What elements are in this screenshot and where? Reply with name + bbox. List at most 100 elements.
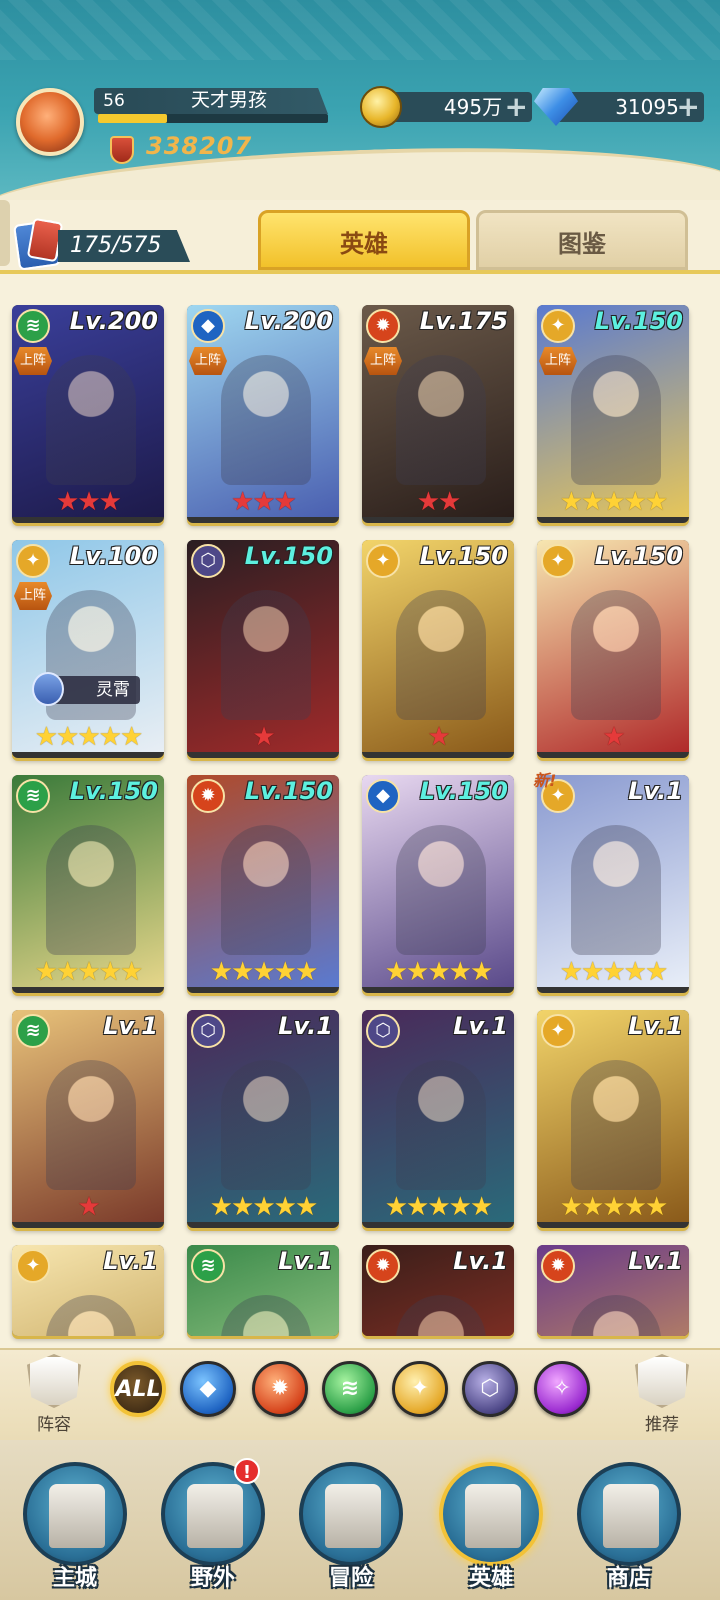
hero-silhouette	[221, 1060, 311, 1190]
diamond-resource: 31095 +	[554, 92, 704, 122]
tab-heroes[interactable]: 英雄	[258, 210, 470, 270]
hero-card[interactable]: ✦ Lv.150 上阵 ★★★★★	[537, 305, 689, 523]
recommend-label: 推荐	[645, 1415, 679, 1435]
hero-card[interactable]: ✦ Lv.150 ★	[362, 540, 514, 758]
filter-fire-icon[interactable]: ✹	[252, 1361, 308, 1417]
nav-shop[interactable]: 商店	[574, 1450, 684, 1596]
header-pattern	[0, 0, 720, 60]
star-icon: ★	[427, 722, 450, 752]
hero-silhouette	[571, 825, 661, 955]
star-icon: ★	[98, 487, 122, 517]
filter-wind-icon[interactable]: ≋	[322, 1361, 378, 1417]
hero-card[interactable]: ≋ Lv.150 ★★★★★	[12, 775, 164, 993]
hero-card[interactable]: ✹ Lv.150 ★★★★★	[187, 775, 339, 993]
deployed-badge: 上阵	[14, 347, 52, 375]
filter-dark-icon[interactable]: ⬡	[462, 1361, 518, 1417]
nav-label: 英雄	[468, 1566, 513, 1591]
recommend-button[interactable]: 推荐	[630, 1354, 694, 1435]
hero-silhouette	[221, 590, 311, 720]
star-icon: ★	[56, 722, 79, 752]
hero-silhouette	[221, 355, 311, 485]
star-icon: ★	[581, 1192, 604, 1222]
hero-card[interactable]: ✹ Lv.1	[537, 1245, 689, 1336]
tab-codex[interactable]: 图鉴	[476, 210, 688, 270]
star-icon: ★	[252, 1192, 275, 1222]
hero-star-rating: ★★★★★	[12, 722, 164, 752]
hero-level: Lv.1	[453, 1247, 508, 1275]
star-icon: ★	[209, 957, 233, 987]
hero-level: Lv.1	[103, 1247, 158, 1275]
hero-star-rating: ★★★★★	[187, 1192, 339, 1222]
hero-silhouette	[396, 355, 486, 485]
nav-gate[interactable]: 野外!	[158, 1450, 268, 1596]
hero-title-tag: 灵霄	[32, 672, 140, 706]
hero-card[interactable]: ≋ Lv.200 上阵 ★★★	[12, 305, 164, 523]
hero-star-rating: ★★★★★	[362, 1192, 514, 1222]
hero-silhouette	[46, 825, 136, 955]
star-icon: ★	[252, 487, 275, 517]
hero-count: 175/575	[58, 230, 190, 262]
filter-water-icon[interactable]: ◆	[180, 1361, 236, 1417]
star-icon: ★	[448, 1192, 472, 1222]
star-icon: ★	[623, 1192, 647, 1222]
nav-helmet[interactable]: 英雄	[436, 1450, 546, 1596]
hero-level: Lv.200	[69, 307, 158, 335]
player-avatar[interactable]	[16, 88, 84, 156]
star-icon: ★	[602, 722, 625, 752]
side-drawer-tab[interactable]	[0, 200, 10, 266]
hero-level: Lv.1	[103, 1012, 158, 1040]
star-icon: ★	[416, 487, 440, 517]
star-icon: ★	[77, 722, 100, 752]
hero-card[interactable]: ⬡ Lv.1 ★★★★★	[362, 1010, 514, 1228]
hero-card[interactable]: ✹ Lv.175 上阵 ★★	[362, 305, 514, 523]
light-faction-icon: ✦	[541, 544, 575, 578]
star-icon: ★	[438, 487, 461, 517]
star-icon: ★	[56, 957, 79, 987]
power-value: 338207	[146, 132, 253, 160]
filter-light-icon[interactable]: ✦	[392, 1361, 448, 1417]
hero-card[interactable]: ⬡ Lv.1 ★★★★★	[187, 1010, 339, 1228]
hero-star-rating: ★★★★★	[537, 957, 689, 987]
filter-void-icon[interactable]: ✧	[534, 1361, 590, 1417]
star-icon: ★	[644, 1192, 668, 1222]
hero-card[interactable]: ⬡ Lv.150 ★	[187, 540, 339, 758]
star-icon: ★	[384, 1192, 408, 1222]
lineup-shield-icon	[27, 1354, 81, 1408]
shop-icon-glyph	[603, 1484, 659, 1548]
star-icon: ★	[34, 722, 58, 752]
star-icon: ★	[34, 957, 58, 987]
hero-silhouette	[396, 825, 486, 955]
hero-card[interactable]: ✹ Lv.1	[362, 1245, 514, 1336]
nav-sword[interactable]: 冒险	[296, 1450, 406, 1596]
add-gold-button[interactable]: +	[505, 92, 528, 122]
hero-silhouette	[221, 825, 311, 955]
hero-card[interactable]: ✦ Lv.1 ★★★★★	[537, 1010, 689, 1228]
hero-level: Lv.1	[628, 1247, 683, 1275]
helmet-icon-glyph	[465, 1484, 521, 1548]
hero-star-rating: ★★	[362, 487, 514, 517]
lineup-button[interactable]: 阵容	[22, 1354, 86, 1435]
wind-faction-icon: ≋	[16, 1014, 50, 1048]
hero-card[interactable]: ≋ Lv.1	[187, 1245, 339, 1336]
hero-card[interactable]: ✦ Lv.1	[12, 1245, 164, 1336]
wind-faction-icon: ≋	[16, 779, 50, 813]
hero-card[interactable]: ✦ Lv.100 上阵 灵霄 ★★★★★	[12, 540, 164, 758]
hero-card[interactable]: ◆ Lv.200 上阵 ★★★	[187, 305, 339, 523]
filter-all[interactable]: ALL	[110, 1361, 166, 1417]
sword-icon	[299, 1462, 403, 1566]
light-faction-icon: ✦	[541, 309, 575, 343]
hero-card[interactable]: ✦ Lv.150 ★	[537, 540, 689, 758]
add-diamond-button[interactable]: +	[677, 92, 700, 122]
dark-faction-icon: ⬡	[366, 1014, 400, 1048]
nav-castle[interactable]: 主城	[20, 1450, 130, 1596]
star-icon: ★	[56, 487, 79, 517]
hero-card[interactable]: ≋ Lv.1 ★	[12, 1010, 164, 1228]
star-icon: ★	[273, 487, 297, 517]
alert-badge: !	[234, 1458, 260, 1484]
hero-level: Lv.100	[69, 542, 158, 570]
hero-card[interactable]: ◆ Lv.150 ★★★★★	[362, 775, 514, 993]
hero-card[interactable]: ✦ Lv.1 ★★★★★	[537, 775, 689, 993]
gold-resource: 495万 +	[380, 92, 532, 122]
star-icon: ★	[602, 957, 625, 987]
header-wave	[0, 136, 720, 200]
